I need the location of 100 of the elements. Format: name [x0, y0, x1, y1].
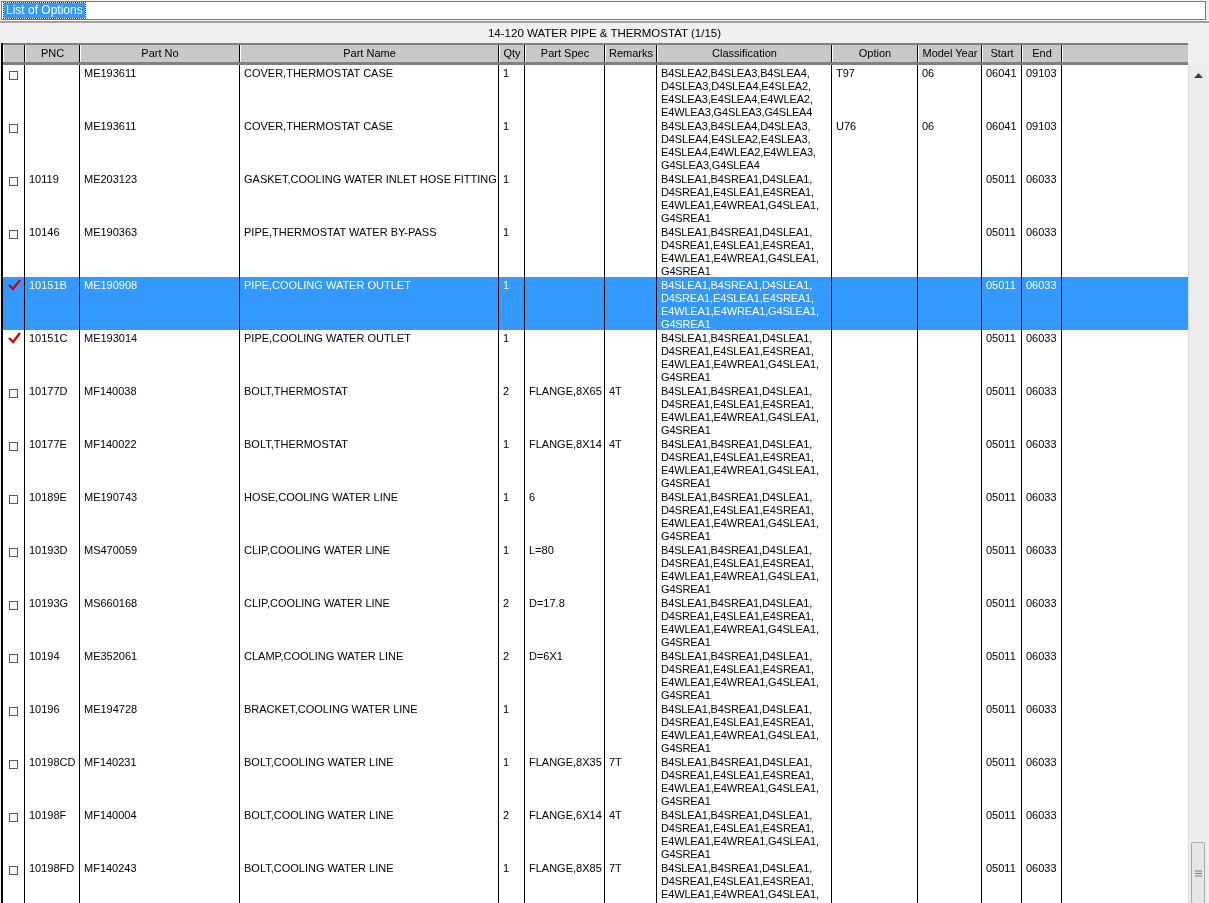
table-cell-text: 10146	[29, 226, 60, 238]
column-header[interactable]: Qty	[499, 45, 525, 62]
table-cell-text: 05011	[986, 491, 1016, 503]
table-cell-text: 05011	[986, 385, 1016, 397]
table-cell-text: 10194	[29, 650, 60, 662]
table-row[interactable]: 10194 ME352061 CLAMP,COOLING WATER LINE 2 D=6X1 B4SLEA1,B4SREA1,D4SLEA1,D4SREA1,E4SLEA1,E4SREA1,E4WLEA1,E4WREA1,G4SLEA1,G4SREA1 05011 06033	[3, 648, 1188, 701]
table-cell-text: 05011	[986, 173, 1016, 185]
column-header[interactable]: PNC	[25, 45, 80, 62]
table-row[interactable]: 10193D MS470059 CLIP,COOLING WATER LINE 1 L=80 B4SLEA1,B4SREA1,D4SLEA1,D4SREA1,E4SLEA1,E4SREA1,E4WLEA1,E4WREA1,G4SLEA1,G4SREA1 05011 06033	[3, 542, 1188, 595]
table-cell-text: 10119	[29, 173, 59, 185]
table-cell-text: COVER,THERMOSTAT CASE	[244, 120, 394, 132]
table-cell-text: CLAMP,COOLING WATER LINE	[244, 650, 404, 662]
checkmark-icon[interactable]	[8, 279, 21, 291]
table-cell-text: ME352061	[84, 650, 138, 662]
checkbox[interactable]	[9, 707, 18, 716]
table-cell-text: B4SLEA1,B4SREA1,D4SLEA1,D4SREA1,E4SLEA1,E4SREA1,E4WLEA1,E4WREA1,G4SLEA1,G4SREA1	[661, 226, 819, 277]
table-row[interactable]: 10189E ME190743 HOSE,COOLING WATER LINE 1 6 B4SLEA1,B4SREA1,D4SLEA1,D4SREA1,E4SLEA1,E4SREA1,E4WLEA1,E4WREA1,G4SLEA1,G4SREA1 05011 06033	[3, 489, 1188, 542]
table-cell-text: 10196	[29, 703, 60, 715]
table-cell-text: 2	[503, 385, 510, 397]
table-cell-text: ME190908	[84, 279, 138, 291]
checkbox[interactable]	[9, 389, 18, 398]
column-header[interactable]: Part No	[80, 45, 240, 62]
table-row[interactable]: 10151C ME193014 PIPE,COOLING WATER OUTLET 1 B4SLEA1,B4SREA1,D4SLEA1,D4SREA1,E4SLEA1,E4SREA1,E4WLEA1,E4WREA1,G4SLEA1,G4SREA1 05011 06033	[3, 330, 1188, 383]
table-cell-text: B4SLEA1,B4SREA1,D4SLEA1,D4SREA1,E4SLEA1,E4SREA1,E4WLEA1,E4WREA1,G4SLEA1,G4SREA1	[661, 650, 819, 701]
table-cell-text: PIPE,THERMOSTAT WATER BY-PASS	[244, 226, 437, 238]
table-cell-text: 10151C	[29, 332, 68, 344]
table-cell-text: 10177E	[29, 438, 67, 450]
scrollbar-thumb[interactable]	[1191, 842, 1205, 903]
table-cell-text: 4T	[609, 438, 622, 450]
table-cell-text: 06033	[1026, 491, 1057, 503]
column-header[interactable]: Model Year	[918, 45, 982, 62]
checkbox[interactable]	[9, 760, 18, 769]
table-cell-text: MF140243	[84, 862, 137, 874]
checkmark-icon[interactable]	[8, 332, 21, 344]
checkbox[interactable]	[9, 866, 18, 875]
checkbox[interactable]	[9, 601, 18, 610]
table-cell-text: 06033	[1026, 279, 1057, 291]
table-cell-text: 05011	[986, 332, 1016, 344]
table-cell-text: 6	[529, 491, 536, 503]
table-cell-text: B4SLEA1,B4SREA1,D4SLEA1,D4SREA1,E4SLEA1,E4SREA1,E4WLEA1,E4WREA1,G4SLEA1,G4SREA1	[661, 756, 819, 807]
table-cell-text: 06033	[1026, 544, 1057, 556]
table-cell-text: 1	[503, 67, 510, 79]
table-cell-text: T97	[836, 67, 855, 79]
table-cell-text: HOSE,COOLING WATER LINE	[244, 491, 399, 503]
table-row[interactable]: 10119 ME203123 GASKET,COOLING WATER INLET HOSE FITTING 1 B4SLEA1,B4SREA1,D4SLEA1,D4SREA1,E4SLEA1,E4SREA1,E4WLEA1,E4WREA1,G4SLEA1,G4SREA1 05011 06033	[3, 171, 1188, 224]
checkbox[interactable]	[9, 548, 18, 557]
column-header[interactable]: Classification	[657, 45, 832, 62]
checkbox[interactable]	[9, 442, 18, 451]
table-cell-text: 2	[503, 650, 510, 662]
table-cell-text: BOLT,COOLING WATER LINE	[244, 862, 394, 874]
table-cell-text: MF140038	[84, 385, 137, 397]
table-cell-text: U76	[836, 120, 857, 132]
column-header[interactable]: Part Name	[240, 45, 499, 62]
table-cell-text: 05011	[986, 862, 1016, 874]
table-cell-text: 05011	[986, 279, 1016, 291]
table-cell-text: 05011	[986, 544, 1016, 556]
table-cell-text: 1	[503, 438, 510, 450]
column-header[interactable]: Option	[832, 45, 918, 62]
column-header[interactable]: Remarks	[605, 45, 657, 62]
table-cell-text: 06033	[1026, 385, 1057, 397]
table-row[interactable]: 10177E MF140022 BOLT,THERMOSTAT 1 FLANGE,8X14 4T B4SLEA1,B4SREA1,D4SLEA1,D4SREA1,E4SLEA1,E4SREA1,E4WLEA1,E4WREA1,G4SLEA1,G4SREA1 05011 06033	[3, 436, 1188, 489]
scroll-up-arrow-icon[interactable]	[1193, 73, 1203, 78]
table-cell-text: 4T	[609, 809, 622, 821]
table-cell-text: GASKET,COOLING WATER INLET HOSE FITTING	[244, 173, 497, 185]
table-row[interactable]: ME193611 COVER,THERMOSTAT CASE 1 B4SLEA3,B4SLEA4,D4SLEA3,D4SLEA4,E4SLEA2,E4SLEA3,E4SLEA4,E4WLEA2,E4WLEA3,G4SLEA3,G4SLEA4 U76 06 06041 09103	[3, 118, 1188, 171]
table-cell-text: 10151B	[29, 279, 67, 291]
table-cell-text: 1	[503, 544, 510, 556]
table-cell-text: 7T	[609, 756, 622, 768]
checkbox[interactable]	[9, 230, 18, 239]
table-row[interactable]: 10198CD MF140231 BOLT,COOLING WATER LINE 1 FLANGE,8X35 7T B4SLEA1,B4SREA1,D4SLEA1,D4SREA1,E4SLEA1,E4SREA1,E4WLEA1,E4WREA1,G4SLEA1,G4SREA1 05011 06033	[3, 754, 1188, 807]
table-cell-text: 05011	[986, 438, 1016, 450]
column-header[interactable]: Part Spec	[525, 45, 605, 62]
table-cell-text: ME193014	[84, 332, 138, 344]
checkbox[interactable]	[9, 71, 18, 80]
column-header[interactable]: Start	[982, 45, 1022, 62]
table-row[interactable]: 10198F MF140004 BOLT,COOLING WATER LINE 2 FLANGE,6X14 4T B4SLEA1,B4SREA1,D4SLEA1,D4SREA1,E4SLEA1,E4SREA1,E4WLEA1,E4WREA1,G4SLEA1,G4SREA1 05011 06033	[3, 807, 1188, 860]
checkbox[interactable]	[9, 177, 18, 186]
table-cell-text: BOLT,THERMOSTAT	[244, 438, 348, 450]
checkbox[interactable]	[9, 124, 18, 133]
checkbox[interactable]	[9, 813, 18, 822]
table-cell-text: FLANGE,8X35	[529, 756, 602, 768]
table-row[interactable]: 10193G MS660168 CLIP,COOLING WATER LINE 2 D=17.8 B4SLEA1,B4SREA1,D4SLEA1,D4SREA1,E4SLEA1,E4SREA1,E4WLEA1,E4WREA1,G4SLEA1,G4SREA1 05011 06033	[3, 595, 1188, 648]
table-cell-text: B4SLEA1,B4SREA1,D4SLEA1,D4SREA1,E4SLEA1,E4SREA1,E4WLEA1,E4WREA1,G4SLEA1,G4SREA1	[661, 544, 819, 595]
vertical-scrollbar[interactable]	[1188, 65, 1207, 903]
table-cell-text: MF140231	[84, 756, 137, 768]
column-header[interactable]: End	[1022, 45, 1062, 62]
table-cell-text: B4SLEA1,B4SREA1,D4SLEA1,D4SREA1,E4SLEA1,E4SREA1,E4WLEA1,E4WREA1,G4SLEA1,G4SREA1	[661, 279, 819, 330]
table-cell-text: 2	[503, 809, 510, 821]
table-row[interactable]: 10198FD MF140243 BOLT,COOLING WATER LINE 1 FLANGE,8X85 7T B4SLEA1,B4SREA1,D4SLEA1,D4SREA1,E4SLEA1,E4SREA1,E4WLEA1,E4WREA1,G4SLEA1, 05011 06033	[3, 860, 1188, 903]
checkbox[interactable]	[9, 495, 18, 504]
table-cell-text: PIPE,COOLING WATER OUTLET	[244, 332, 411, 344]
table-cell-text: B4SLEA1,B4SREA1,D4SLEA1,D4SREA1,E4SLEA1,E4SREA1,E4WLEA1,E4WREA1,G4SLEA1,G4SREA1	[661, 597, 819, 648]
table-row[interactable]: ME193611 COVER,THERMOSTAT CASE 1 B4SLEA2,B4SLEA3,B4SLEA4,D4SLEA3,D4SLEA4,E4SLEA2,E4SLEA3,E4SLEA4,E4WLEA2,E4WLEA3,G4SLEA3,G4SLEA4 T97 06 06041 09103	[3, 65, 1188, 118]
table-cell-text: 05011	[986, 226, 1016, 238]
table-row[interactable]: 10196 ME194728 BRACKET,COOLING WATER LINE 1 B4SLEA1,B4SREA1,D4SLEA1,D4SREA1,E4SLEA1,E4SREA1,E4WLEA1,E4WREA1,G4SLEA1,G4SREA1 05011 06033	[3, 701, 1188, 754]
checkbox[interactable]	[9, 654, 18, 663]
table-cell-text: 06041	[986, 120, 1017, 132]
table-cell-text: 06033	[1026, 756, 1057, 768]
table-row[interactable]: 10177D MF140038 BOLT,THERMOSTAT 2 FLANGE,8X65 4T B4SLEA1,B4SREA1,D4SLEA1,D4SREA1,E4SLEA1,E4SREA1,E4WLEA1,E4WREA1,G4SLEA1,G4SREA1 05011 06033	[3, 383, 1188, 436]
column-header[interactable]	[3, 45, 25, 62]
